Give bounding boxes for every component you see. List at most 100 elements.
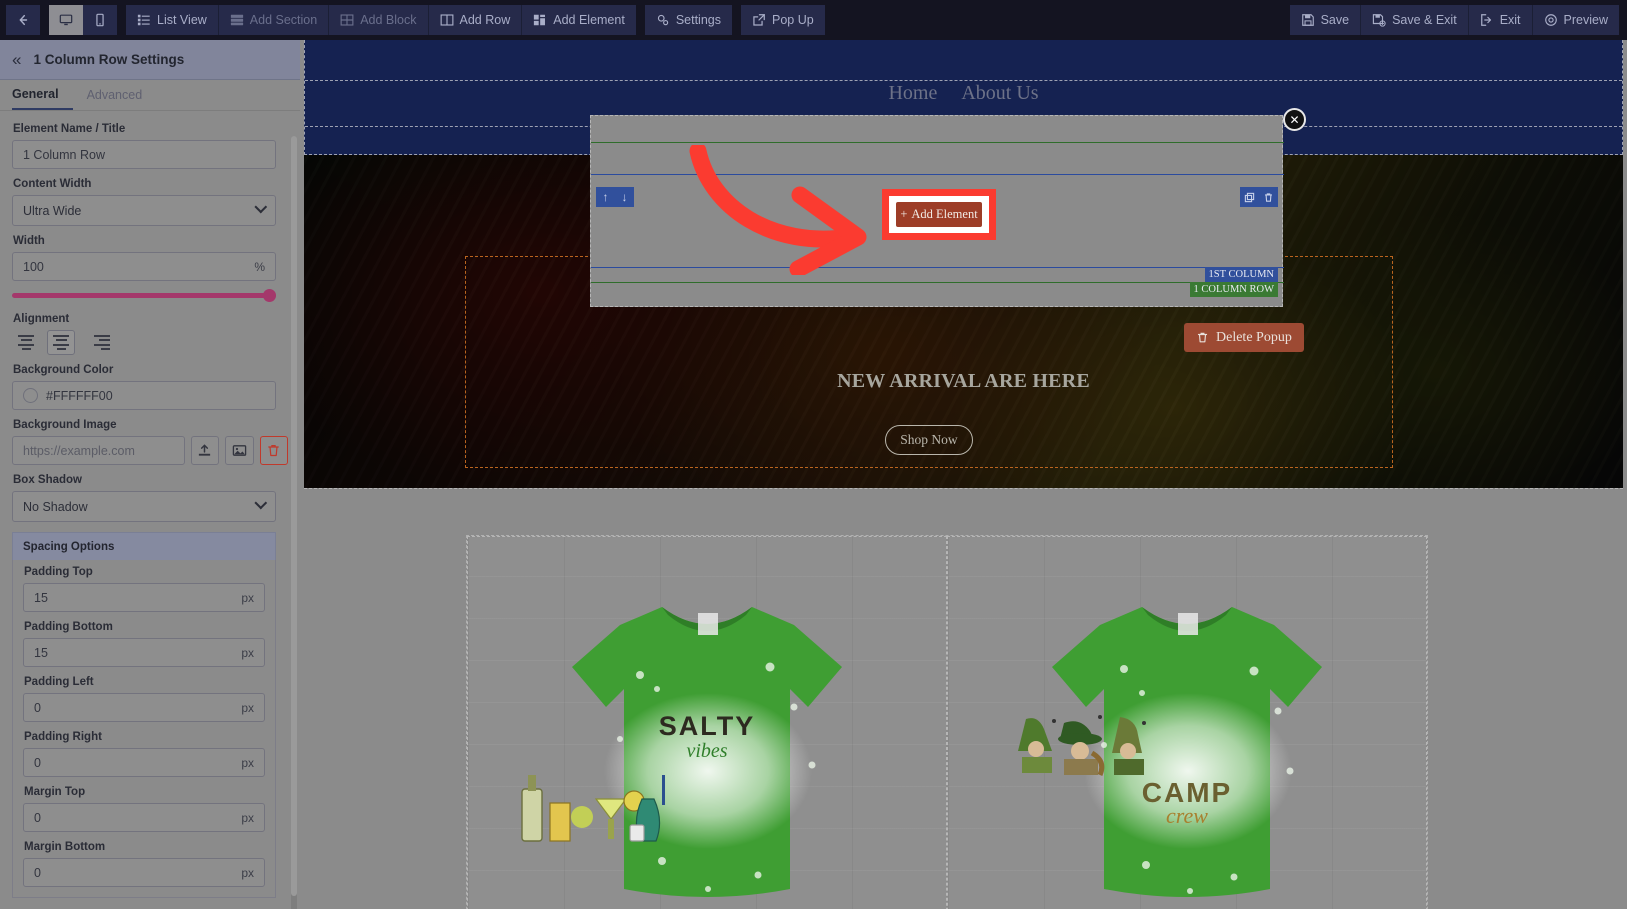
exit-button[interactable]: Exit: [1468, 5, 1532, 35]
product-card[interactable]: SALTY vibes: [467, 536, 947, 909]
delete-image-button[interactable]: [259, 436, 288, 465]
editor-canvas: Home About Us Personalize Your Life NEW …: [300, 40, 1627, 909]
padding-top-value: 15: [34, 590, 48, 605]
trash-icon: [1265, 192, 1272, 202]
upload-image-button[interactable]: [190, 436, 220, 465]
tee-art-illustration: [521, 775, 665, 843]
row-action-controls: [1240, 187, 1278, 207]
box-shadow-select[interactable]: No Shadow: [12, 491, 276, 522]
margin-bottom-input[interactable]: 0 px: [23, 858, 265, 887]
tab-advanced[interactable]: Advanced: [87, 80, 157, 110]
save-and-exit-label: Save & Exit: [1392, 13, 1457, 27]
add-block-button[interactable]: Add Block: [329, 5, 428, 35]
padding-left-unit: px: [241, 700, 254, 715]
background-color-input[interactable]: #FFFFFF00: [12, 381, 276, 410]
list-view-button[interactable]: List View: [126, 5, 218, 35]
mobile-view-button[interactable]: [83, 5, 117, 35]
add-section-icon: [230, 13, 244, 27]
add-element-highlight: + Add Element: [882, 189, 996, 240]
move-up-button[interactable]: ↑: [596, 187, 615, 207]
chevron-down-icon: [254, 496, 268, 510]
content-width-label: Content Width: [13, 178, 92, 190]
background-color-label: Background Color: [13, 364, 114, 376]
media-library-button[interactable]: [225, 436, 254, 465]
column-guide-bottom-blue: [591, 267, 1284, 268]
popup-label: Pop Up: [771, 13, 814, 27]
margin-bottom-unit: px: [241, 865, 254, 880]
shop-now-button[interactable]: Shop Now: [885, 425, 973, 455]
save-label: Save: [1320, 13, 1350, 27]
add-row-button[interactable]: Add Row: [428, 5, 522, 35]
padding-left-label: Padding Left: [24, 676, 94, 688]
save-and-exit-button[interactable]: Save & Exit: [1361, 5, 1468, 35]
padding-right-value: 0: [34, 755, 41, 770]
add-row-label: Add Row: [459, 13, 511, 27]
product-card[interactable]: CAMP crew: [947, 536, 1427, 909]
width-slider[interactable]: [12, 286, 276, 304]
exit-label: Exit: [1499, 13, 1521, 27]
move-down-button[interactable]: ↓: [615, 187, 634, 207]
delete-popup-button[interactable]: Delete Popup: [1184, 323, 1304, 352]
alignment-label: Alignment: [13, 313, 70, 325]
toolbar-left-group: List View Add Section Add Block Add Row: [6, 5, 825, 35]
add-element-toolbar-button[interactable]: Add Element: [522, 5, 636, 35]
row-guide-top-green: [591, 142, 1284, 143]
margin-top-input[interactable]: 0 px: [23, 803, 265, 832]
delete-row-button[interactable]: [1259, 187, 1278, 207]
content-width-select[interactable]: Ultra Wide: [12, 195, 276, 226]
align-center-button[interactable]: [47, 330, 75, 355]
preview-button[interactable]: Preview: [1532, 5, 1619, 35]
back-button[interactable]: [6, 5, 40, 35]
popup-editor-box: ↑ ↓ 1ST COLUMN 1 COLUMN ROW + Add Elemen…: [590, 115, 1284, 307]
background-image-label: Background Image: [13, 419, 117, 431]
content-width-value: Ultra Wide: [23, 203, 82, 218]
align-left-button[interactable]: [12, 330, 40, 355]
nav-link-home[interactable]: Home: [888, 82, 937, 105]
duplicate-icon: [1244, 192, 1255, 202]
color-swatch[interactable]: [23, 388, 38, 403]
box-shadow-label: Box Shadow: [13, 474, 83, 486]
add-section-button[interactable]: Add Section: [218, 5, 329, 35]
image-icon: [232, 445, 247, 456]
save-exit-icon: [1372, 13, 1386, 27]
width-value: 100: [23, 259, 44, 274]
close-popup-button[interactable]: ✕: [1283, 108, 1306, 131]
element-name-input[interactable]: 1 Column Row: [12, 140, 276, 169]
panel-tabs: General Advanced: [0, 80, 300, 111]
product-tshirt-image: CAMP crew: [992, 589, 1382, 909]
tee-art-line1: SALTY: [658, 711, 756, 742]
tab-general[interactable]: General: [12, 80, 73, 110]
padding-bottom-unit: px: [241, 645, 254, 660]
padding-top-input[interactable]: 15 px: [23, 583, 265, 612]
site-nav-links: Home About Us: [305, 82, 1622, 105]
panel-scrollbar-thumb[interactable]: [291, 136, 297, 896]
align-right-button[interactable]: [82, 330, 110, 355]
background-image-input[interactable]: https://example.com: [12, 436, 185, 465]
panel-scrollbar[interactable]: [291, 136, 297, 909]
save-button[interactable]: Save: [1289, 5, 1361, 35]
settings-button[interactable]: Settings: [644, 5, 732, 35]
padding-left-input[interactable]: 0 px: [23, 693, 265, 722]
padding-bottom-input[interactable]: 15 px: [23, 638, 265, 667]
padding-right-input[interactable]: 0 px: [23, 748, 265, 777]
box-shadow-value: No Shadow: [23, 499, 88, 514]
collapse-panel-icon[interactable]: «: [12, 51, 21, 68]
padding-bottom-value: 15: [34, 645, 48, 660]
width-input[interactable]: 100 %: [12, 252, 276, 281]
add-element-button[interactable]: + Add Element: [896, 202, 982, 227]
popup-button[interactable]: Pop Up: [740, 5, 825, 35]
chevron-down-icon: [254, 200, 268, 214]
spacing-options-header[interactable]: Spacing Options: [12, 532, 276, 560]
padding-top-label: Padding Top: [24, 566, 93, 578]
nav-link-about[interactable]: About Us: [961, 82, 1038, 105]
duplicate-row-button[interactable]: [1240, 187, 1259, 207]
desktop-view-button[interactable]: [49, 5, 83, 35]
section-divider: [304, 488, 1623, 489]
width-unit: %: [254, 259, 265, 274]
row-move-controls: ↑ ↓: [596, 187, 634, 207]
width-slider-knob[interactable]: [263, 288, 276, 302]
save-icon: [1301, 13, 1315, 27]
tee-art-line2: vibes: [686, 740, 728, 763]
width-label: Width: [13, 235, 45, 247]
margin-top-label: Margin Top: [24, 786, 86, 798]
